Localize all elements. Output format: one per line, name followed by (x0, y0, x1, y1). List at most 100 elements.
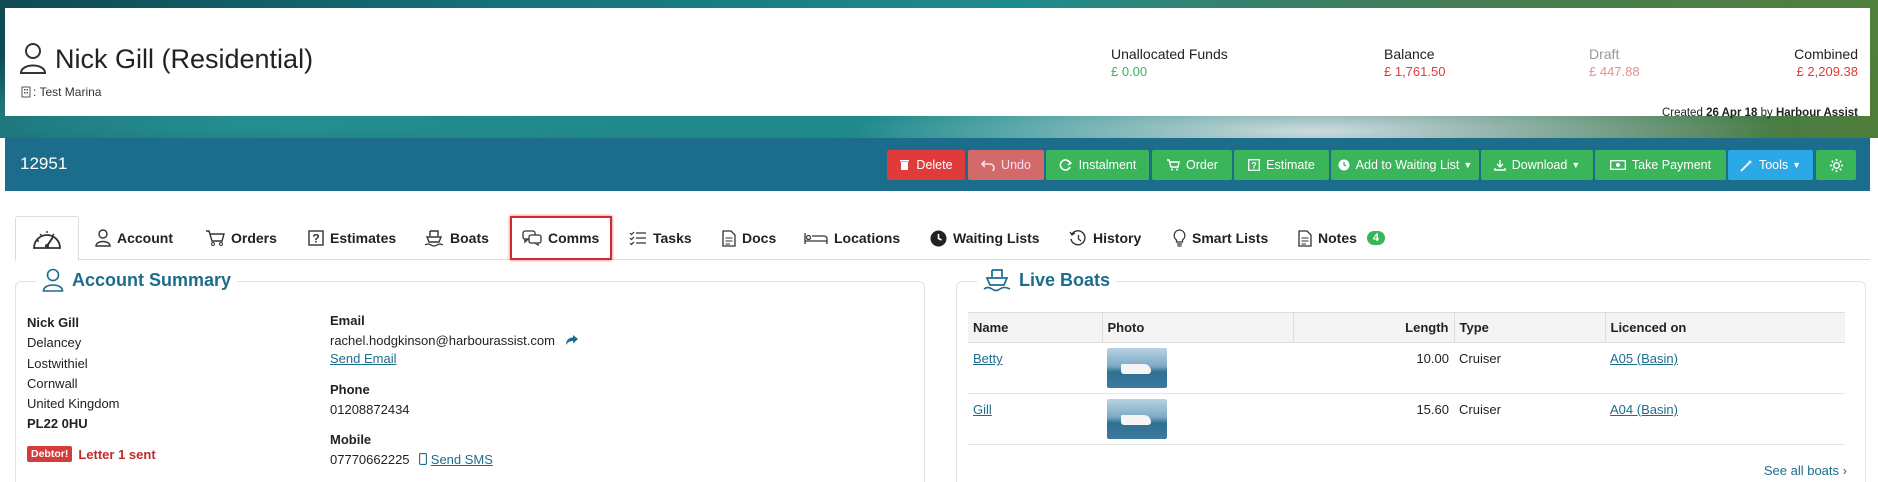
unallocated-funds-label: Unallocated Funds (1111, 46, 1228, 62)
address-line: Lostwithiel (27, 355, 88, 371)
tab-docs-label: Docs (742, 230, 777, 246)
tab-waiting-lists[interactable]: Waiting Lists (930, 216, 1040, 260)
column-header[interactable]: Name (968, 312, 1102, 343)
debtor-badge: Debtor! (27, 446, 73, 462)
tab-docs[interactable]: Docs (722, 216, 776, 260)
instalment-button[interactable]: Instalment (1046, 150, 1149, 180)
tab-orders[interactable]: Orders (205, 216, 277, 260)
live-boats-title: Live Boats (977, 268, 1117, 292)
see-all-boats-label: See all boats (1763, 463, 1840, 478)
tab-account[interactable]: Account (95, 216, 173, 260)
tab-dashboard[interactable] (15, 216, 79, 261)
tools-button[interactable]: Tools ▼ (1728, 150, 1813, 180)
tab-tasks[interactable]: Tasks (629, 216, 692, 260)
address-postcode: PL22 0HU (27, 416, 88, 432)
note-icon (1298, 229, 1312, 247)
estimate-button[interactable]: ? Estimate (1234, 150, 1329, 180)
marina-name: : Test Marina (33, 85, 102, 99)
email-label: Email (330, 313, 365, 328)
created-info: Created 26 Apr 18 by Harbour Assist (1662, 107, 1858, 119)
tab-boats[interactable]: Boats (424, 216, 489, 260)
column-header[interactable]: Licenced on (1604, 312, 1845, 343)
tab-estimates-label: Estimates (330, 230, 397, 246)
column-header[interactable]: Length (1292, 312, 1454, 343)
table-row: Betty 10.00 Cruiser A05 (Basin) (968, 342, 1845, 394)
mobile-label: Mobile (330, 432, 372, 447)
boat-photo[interactable] (1107, 399, 1167, 439)
tab-orders-label: Orders (231, 230, 277, 246)
see-all-boats-link[interactable]: See all boats › (1764, 463, 1847, 478)
caret-down-icon: ▼ (1571, 160, 1581, 170)
history-icon (1069, 229, 1086, 245)
tab-locations[interactable]: Locations (804, 216, 900, 260)
add-to-waiting-list-label: Add to Waiting List (1355, 158, 1460, 172)
table-header-row: Name Photo Length Type Licenced on (968, 312, 1845, 343)
draft-label: Draft (1589, 46, 1620, 62)
boat-type: Cruiser (1454, 393, 1605, 445)
balance-value: £ 1,761.50 (1384, 64, 1446, 79)
tab-account-label: Account (117, 230, 173, 246)
estimate-label: Estimate (1266, 158, 1315, 172)
live-boats-title-text: Live Boats (1019, 269, 1111, 290)
tab-smart-lists[interactable]: Smart Lists (1173, 216, 1268, 260)
unallocated-funds: Unallocated Funds £ 0.00 (1111, 46, 1228, 79)
column-header[interactable]: Type (1453, 312, 1605, 343)
notes-count-badge: 4 (1366, 231, 1386, 245)
customer-header: Nick Gill (Residential) : Test Marina Un… (5, 8, 1870, 119)
document-icon (722, 229, 736, 247)
download-button[interactable]: Download ▼ (1481, 150, 1593, 180)
live-boats-panel: Live Boats Name Photo Length Type Licenc… (956, 268, 1866, 482)
created-date: 26 Apr 18 (1706, 107, 1758, 119)
address-block: Nick Gill Delancey Lostwithiel Cornwall … (27, 313, 120, 435)
tab-estimates[interactable]: ? Estimates (308, 216, 396, 260)
user-icon (42, 268, 64, 292)
share-icon[interactable] (565, 335, 579, 346)
phone-value: 01208872434 (330, 402, 410, 417)
ship-icon (424, 230, 444, 247)
lightbulb-icon (1173, 229, 1186, 247)
delete-button[interactable]: Delete (887, 150, 965, 180)
cart-icon (1167, 159, 1180, 171)
tab-smart-lists-label: Smart Lists (1192, 230, 1269, 246)
undo-button[interactable]: Undo (968, 150, 1044, 180)
money-icon (1609, 160, 1626, 170)
settings-button[interactable] (1816, 150, 1856, 180)
building-icon (21, 86, 31, 98)
boat-photo[interactable] (1107, 348, 1167, 388)
licenced-on-link[interactable]: A04 (Basin) (1610, 402, 1678, 417)
download-label: Download (1511, 158, 1568, 172)
send-email-link[interactable]: Send Email (330, 351, 396, 366)
add-to-waiting-list-button[interactable]: Add to Waiting List ▼ (1331, 150, 1479, 180)
question-box-icon: ? (308, 230, 324, 246)
tab-notes[interactable]: Notes 4 (1298, 216, 1386, 260)
user-icon (95, 229, 111, 247)
order-label: Order (1186, 158, 1218, 172)
account-number: 12951 (20, 154, 68, 173)
tab-notes-label: Notes (1318, 230, 1357, 246)
licenced-on-link[interactable]: A05 (Basin) (1610, 351, 1678, 366)
send-sms-link[interactable]: Send SMS (431, 452, 493, 467)
svg-text:?: ? (312, 232, 319, 246)
boat-name-link[interactable]: Betty (973, 351, 1003, 366)
boat-name-link[interactable]: Gill (973, 402, 992, 417)
tab-history-label: History (1093, 230, 1142, 246)
column-header[interactable]: Photo (1101, 312, 1293, 343)
chevron-right-icon: › (1842, 463, 1847, 478)
combined: Combined £ 2,209.38 (1794, 46, 1858, 79)
tab-history[interactable]: History (1069, 216, 1141, 260)
account-summary-title: Account Summary (36, 268, 238, 292)
combined-label: Combined (1794, 46, 1858, 62)
tab-waiting-lists-label: Waiting Lists (953, 230, 1040, 246)
balance-label: Balance (1384, 46, 1435, 62)
order-button[interactable]: Order (1152, 150, 1232, 180)
phone-block: Phone 01208872434 (330, 382, 410, 417)
clock-icon (930, 230, 947, 246)
user-icon (19, 43, 47, 74)
ship-icon (983, 269, 1011, 292)
balance: Balance £ 1,761.50 (1384, 46, 1445, 79)
table-row: Gill 15.60 Cruiser A04 (Basin) (968, 393, 1845, 445)
take-payment-button[interactable]: Take Payment (1595, 150, 1726, 180)
gear-icon (1829, 158, 1843, 172)
magic-wand-icon (1740, 159, 1753, 172)
phone-label: Phone (330, 382, 370, 397)
